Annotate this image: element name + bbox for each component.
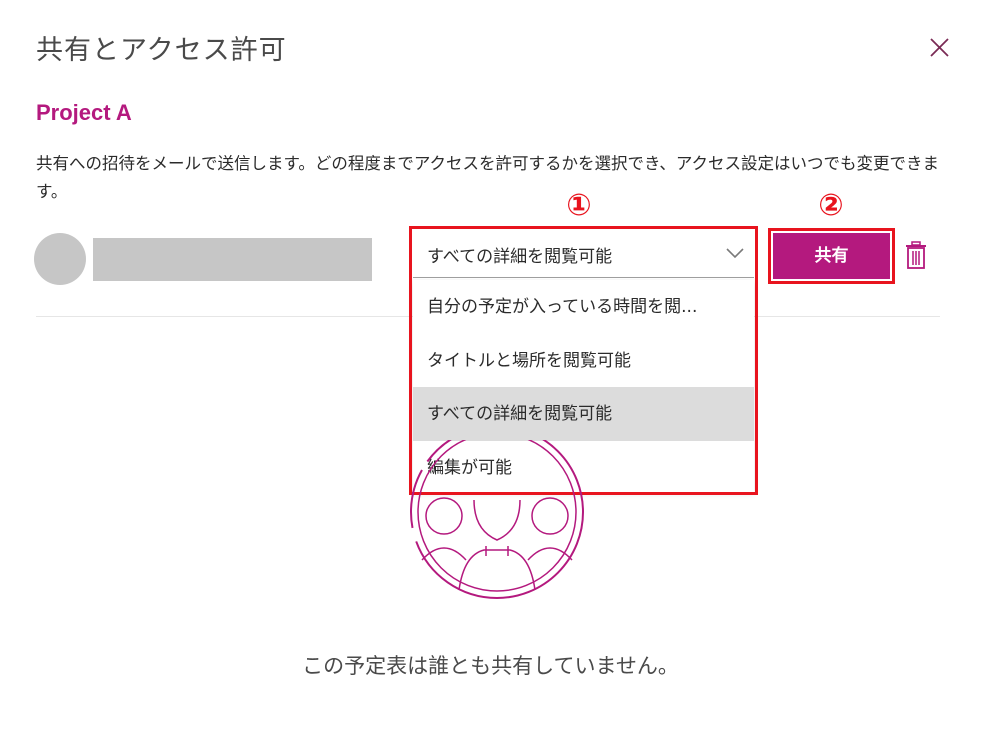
permission-dropdown[interactable]: すべての詳細を閲覧可能 <box>413 230 754 278</box>
permission-option-busy-times[interactable]: 自分の予定が入っている時間を閲... <box>413 280 754 334</box>
permission-dropdown-value: すべての詳細を閲覧可能 <box>427 247 613 267</box>
project-name: Project A <box>36 100 132 125</box>
trash-icon <box>906 241 926 269</box>
people-illustration-icon <box>410 440 584 599</box>
chevron-down-icon <box>726 248 744 259</box>
close-icon <box>930 38 949 57</box>
permission-option-all-details[interactable]: すべての詳細を閲覧可能 <box>413 387 754 441</box>
dialog-title: 共有とアクセス許可 <box>36 35 287 66</box>
share-permissions-dialog: 共有とアクセス許可 Project A 共有への招待をメールで送信します。どの程… <box>0 0 981 736</box>
annotation-marker-2: ② <box>818 188 844 223</box>
share-button[interactable]: 共有 <box>773 233 890 279</box>
close-button[interactable] <box>922 30 956 64</box>
recipient-name-redacted <box>93 238 372 281</box>
avatar <box>34 233 86 285</box>
empty-state-message: この予定表は誰とも共有していません。 <box>302 654 679 678</box>
description-text: 共有への招待をメールで送信します。どの程度までアクセスを許可するかを選択でき、ア… <box>36 154 940 201</box>
delete-button[interactable] <box>903 240 929 272</box>
permission-option-title-location[interactable]: タイトルと場所を閲覧可能 <box>413 334 754 388</box>
annotation-marker-1: ① <box>566 188 592 223</box>
